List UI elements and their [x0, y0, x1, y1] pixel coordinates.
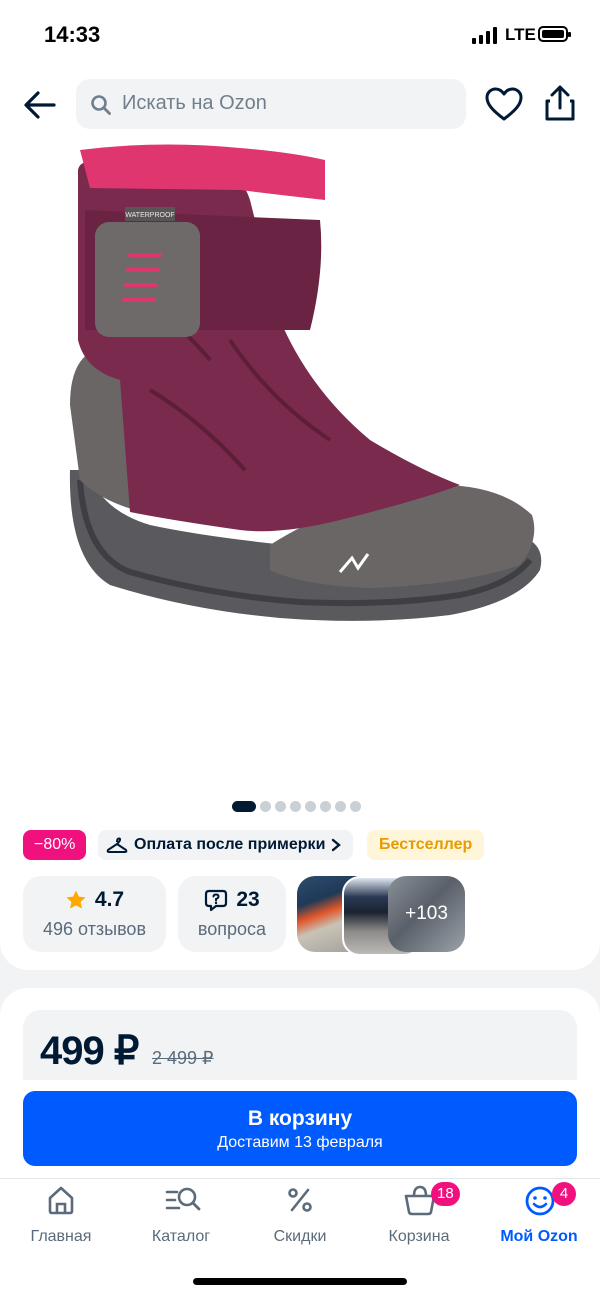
- pagination-dot[interactable]: [305, 801, 316, 812]
- signal-icon: [472, 26, 497, 44]
- home-indicator[interactable]: [193, 1278, 407, 1285]
- question-bubble-icon: [205, 889, 228, 912]
- catalog-search-icon: [165, 1187, 201, 1211]
- nav-my-ozon-label: Мой Ozon: [500, 1228, 578, 1245]
- favorite-heart-icon[interactable]: [484, 86, 524, 124]
- hanger-icon: [106, 837, 128, 853]
- boot-brand-mark: WATERPROOF: [125, 212, 174, 219]
- nav-cart-label: Корзина: [388, 1228, 450, 1245]
- share-icon[interactable]: [540, 84, 580, 124]
- pagination-dot[interactable]: [260, 801, 271, 812]
- status-time: 14:33: [44, 22, 101, 47]
- cart-count-badge: 18: [431, 1182, 460, 1206]
- pagination-dot[interactable]: [320, 801, 331, 812]
- network-label: LTE: [505, 25, 536, 44]
- rating-card[interactable]: 4.7 496 отзывов: [23, 876, 166, 952]
- add-to-cart-label: В корзину: [247, 1107, 353, 1130]
- questions-count: 23: [236, 888, 260, 911]
- gallery-pagination[interactable]: [232, 801, 361, 812]
- add-to-cart-button[interactable]: В корзину Доставим 13 февраля: [23, 1091, 577, 1166]
- nav-home-label: Главная: [30, 1228, 92, 1245]
- nav-discounts-label: Скидки: [273, 1228, 327, 1245]
- percent-icon: [288, 1188, 312, 1212]
- more-media-button[interactable]: +103: [388, 876, 465, 952]
- search-placeholder: Искать на Ozon: [122, 92, 267, 114]
- current-price: 499 ₽: [40, 1029, 139, 1073]
- questions-card[interactable]: 23 вопроса: [178, 876, 286, 952]
- product-image-boot[interactable]: WATERPROOF: [40, 140, 560, 660]
- nav-catalog-label: Каталог: [151, 1228, 211, 1245]
- pagination-dot-active[interactable]: [232, 801, 256, 812]
- rating-score: 4.7: [94, 888, 125, 911]
- reviews-count: 496 отзывов: [42, 919, 147, 939]
- questions-label: вопроса: [197, 919, 267, 939]
- nav-catalog[interactable]: Каталог: [126, 1180, 236, 1255]
- discount-badge: −80%: [23, 830, 87, 860]
- battery-icon: [538, 26, 571, 42]
- pagination-dot[interactable]: [350, 801, 361, 812]
- search-icon: [90, 94, 112, 116]
- pagination-dot[interactable]: [335, 801, 346, 812]
- pagination-dot[interactable]: [290, 801, 301, 812]
- back-arrow-icon[interactable]: [20, 86, 60, 124]
- home-icon: [48, 1186, 74, 1215]
- nav-my-ozon[interactable]: Мой Ozon: [484, 1180, 594, 1255]
- try-on-label: Оплата после примерки: [134, 836, 326, 853]
- bestseller-badge: Бестселлер: [367, 830, 485, 860]
- profile-notification-badge: 4: [552, 1182, 576, 1206]
- nav-home[interactable]: Главная: [6, 1180, 116, 1255]
- nav-discounts[interactable]: Скидки: [245, 1180, 355, 1255]
- try-on-payment-badge[interactable]: Оплата после примерки: [98, 830, 354, 860]
- delivery-date: Доставим 13 февраля: [217, 1134, 383, 1151]
- chevron-right-icon: [332, 838, 342, 852]
- star-icon: [66, 890, 86, 909]
- old-price: 2 499 ₽: [152, 1048, 214, 1068]
- pagination-dot[interactable]: [275, 801, 286, 812]
